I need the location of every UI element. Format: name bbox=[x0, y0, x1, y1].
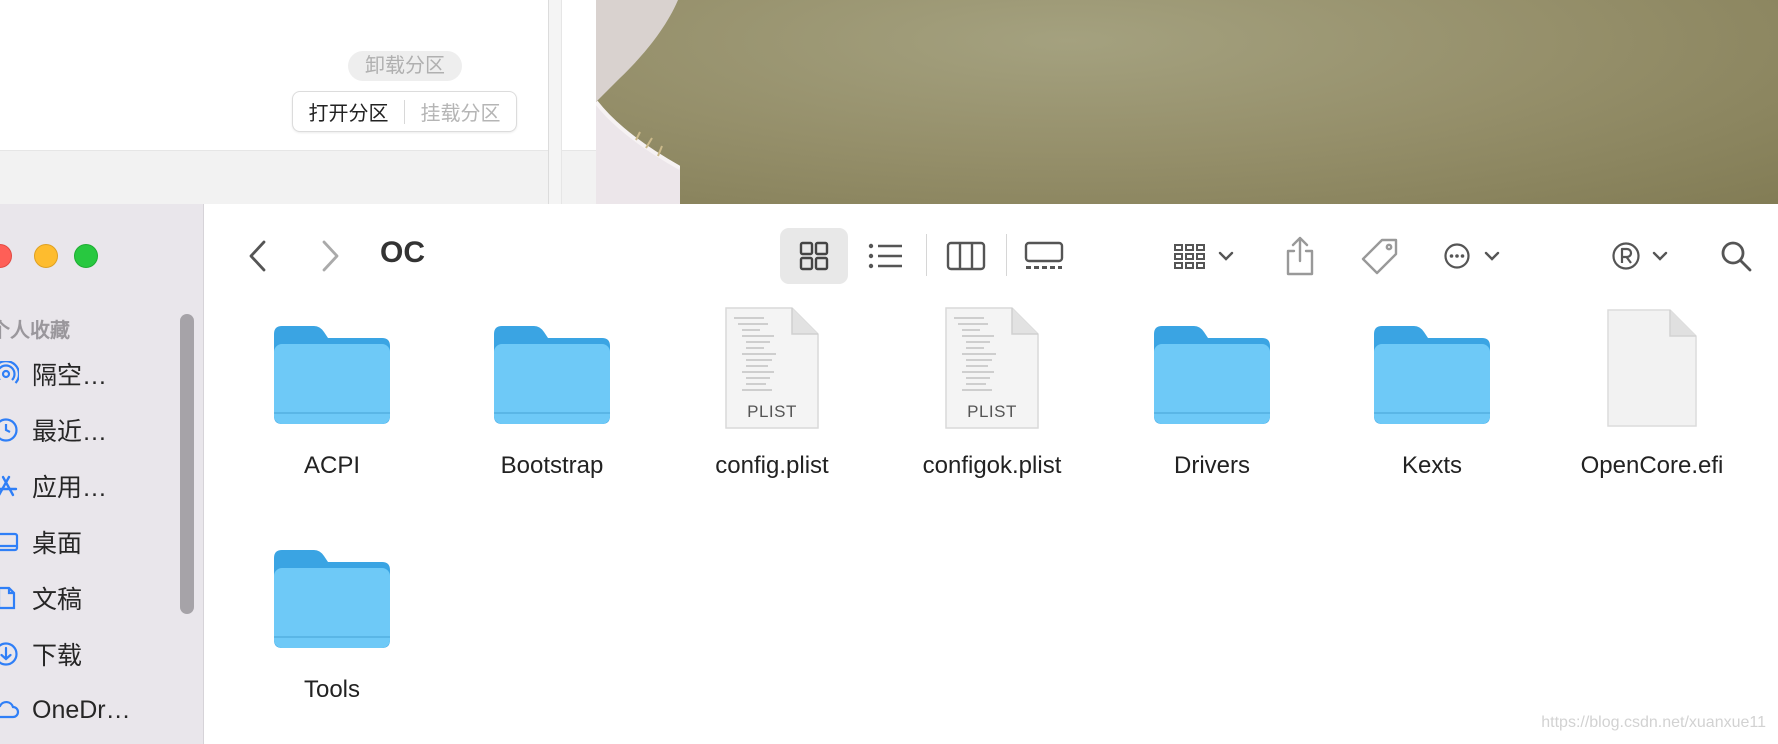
window-title: OC bbox=[380, 236, 425, 269]
sidebar-item-recents[interactable]: 最近… bbox=[0, 410, 107, 450]
file-item-opencore-efi[interactable]: OpenCore.efi bbox=[1552, 306, 1752, 516]
file-item-configok-plist[interactable]: PLIST configok.plist bbox=[892, 306, 1092, 516]
search-icon bbox=[1721, 241, 1752, 272]
file-name: Drivers bbox=[1174, 452, 1250, 479]
file-item-kexts[interactable]: Kexts bbox=[1332, 306, 1532, 516]
disk-utility-footer bbox=[0, 150, 596, 204]
file-name: config.plist bbox=[715, 452, 829, 479]
share-button[interactable] bbox=[1278, 232, 1322, 280]
list-view-icon bbox=[868, 243, 902, 269]
airdrop-icon bbox=[0, 360, 20, 388]
search-button[interactable] bbox=[1714, 236, 1758, 276]
more-icon bbox=[1444, 243, 1470, 269]
chevron-down-icon bbox=[1652, 251, 1668, 261]
forward-button[interactable] bbox=[312, 234, 348, 278]
file-type-tag: PLIST bbox=[747, 402, 797, 421]
folder-icon bbox=[270, 530, 394, 654]
finder-window: 个人收藏 隔空… 最近… 应用… 桌面 bbox=[0, 204, 1778, 744]
desktop-icon bbox=[0, 528, 20, 556]
applications-icon bbox=[0, 472, 20, 500]
tag-button[interactable] bbox=[1358, 234, 1402, 278]
file-item-tools[interactable]: Tools bbox=[232, 530, 432, 740]
document-icon bbox=[0, 584, 20, 612]
minimize-window-button[interactable] bbox=[34, 244, 58, 268]
sidebar-item-label: 桌面 bbox=[32, 530, 83, 558]
group-icon bbox=[1174, 244, 1205, 269]
toolbar-separator bbox=[926, 234, 927, 276]
toolbar-separator bbox=[1006, 234, 1007, 276]
finder-toolbar: OC bbox=[204, 204, 1778, 306]
tag-icon bbox=[1361, 238, 1398, 275]
share-icon bbox=[1286, 236, 1314, 276]
file-item-config-plist[interactable]: PLIST config.plist bbox=[672, 306, 872, 516]
column-view-icon bbox=[946, 241, 986, 271]
chevron-down-icon bbox=[1484, 251, 1500, 261]
file-name: Bootstrap bbox=[500, 452, 604, 479]
file-item-bootstrap[interactable]: Bootstrap bbox=[452, 306, 652, 516]
mount-partition-button[interactable]: 挂载分区 bbox=[405, 97, 516, 126]
sidebar-item-desktop[interactable]: 桌面 bbox=[0, 522, 82, 562]
registered-menu-button[interactable] bbox=[1604, 236, 1676, 276]
icon-view-icon bbox=[794, 238, 834, 274]
clock-icon bbox=[0, 416, 20, 444]
file-name: Tools bbox=[303, 676, 361, 703]
file-name: ACPI bbox=[303, 452, 360, 479]
watermark: https://blog.csdn.net/xuanxue11 bbox=[1541, 714, 1766, 731]
back-button[interactable] bbox=[240, 234, 276, 278]
sidebar-scrollbar[interactable] bbox=[180, 314, 194, 614]
sidebar-item-applications[interactable]: 应用… bbox=[0, 466, 107, 506]
sidebar-item-airdrop[interactable]: 隔空… bbox=[0, 354, 107, 394]
file-item-drivers[interactable]: Drivers bbox=[1112, 306, 1312, 516]
sidebar-item-label: 最近… bbox=[32, 418, 108, 446]
finder-sidebar: 个人收藏 隔空… 最近… 应用… 桌面 bbox=[0, 204, 204, 744]
group-by-button[interactable] bbox=[1164, 236, 1244, 276]
gallery-view-icon bbox=[1024, 241, 1064, 269]
list-view-button[interactable] bbox=[864, 238, 908, 274]
folder-icon bbox=[490, 306, 614, 430]
window-divider bbox=[548, 0, 562, 204]
plist-file-icon: PLIST bbox=[930, 306, 1054, 430]
folder-icon bbox=[1370, 306, 1494, 430]
wallpaper-detail bbox=[596, 0, 680, 204]
back-icon bbox=[249, 240, 266, 272]
cloud-icon bbox=[0, 696, 20, 724]
folder-icon bbox=[1150, 306, 1274, 430]
unmount-partition-button[interactable]: 卸载分区 bbox=[348, 51, 462, 81]
sidebar-item-onedrive[interactable]: OneDr… bbox=[0, 690, 131, 730]
sidebar-item-label: 隔空… bbox=[32, 362, 108, 390]
partition-segmented-control: 打开分区 挂载分区 bbox=[292, 91, 517, 132]
open-partition-button[interactable]: 打开分区 bbox=[293, 97, 404, 126]
forward-icon bbox=[322, 240, 339, 272]
zoom-window-button[interactable] bbox=[74, 244, 98, 268]
file-name: Kexts bbox=[1401, 452, 1463, 479]
sidebar-item-label: OneDr… bbox=[32, 695, 131, 724]
download-icon bbox=[0, 640, 20, 668]
file-browser: ACPI Bootstrap PLIST config.plist PLIST … bbox=[204, 306, 1778, 744]
sidebar-section-favorites: 个人收藏 bbox=[0, 320, 70, 342]
file-name: OpenCore.efi bbox=[1580, 452, 1724, 479]
column-view-button[interactable] bbox=[944, 236, 988, 276]
file-type-tag: PLIST bbox=[967, 402, 1017, 421]
sidebar-item-label: 文稿 bbox=[32, 586, 83, 614]
registered-icon bbox=[1612, 242, 1640, 270]
file-name: configok.plist bbox=[922, 452, 1062, 479]
sidebar-item-label: 下载 bbox=[32, 642, 83, 670]
close-window-button[interactable] bbox=[0, 244, 12, 268]
desktop-wallpaper bbox=[596, 0, 1778, 204]
sidebar-item-label: 应用… bbox=[32, 474, 108, 502]
plist-file-icon: PLIST bbox=[710, 306, 834, 430]
file-item-acpi[interactable]: ACPI bbox=[232, 306, 432, 516]
sidebar-item-downloads[interactable]: 下载 bbox=[0, 634, 82, 674]
sidebar-item-documents[interactable]: 文稿 bbox=[0, 578, 82, 618]
generic-file-icon bbox=[1590, 306, 1714, 430]
folder-icon bbox=[270, 306, 394, 430]
more-actions-button[interactable] bbox=[1432, 236, 1512, 276]
disk-utility-window: 卸载分区 打开分区 挂载分区 bbox=[0, 0, 596, 204]
gallery-view-button[interactable] bbox=[1020, 236, 1068, 276]
chevron-down-icon bbox=[1218, 251, 1234, 261]
